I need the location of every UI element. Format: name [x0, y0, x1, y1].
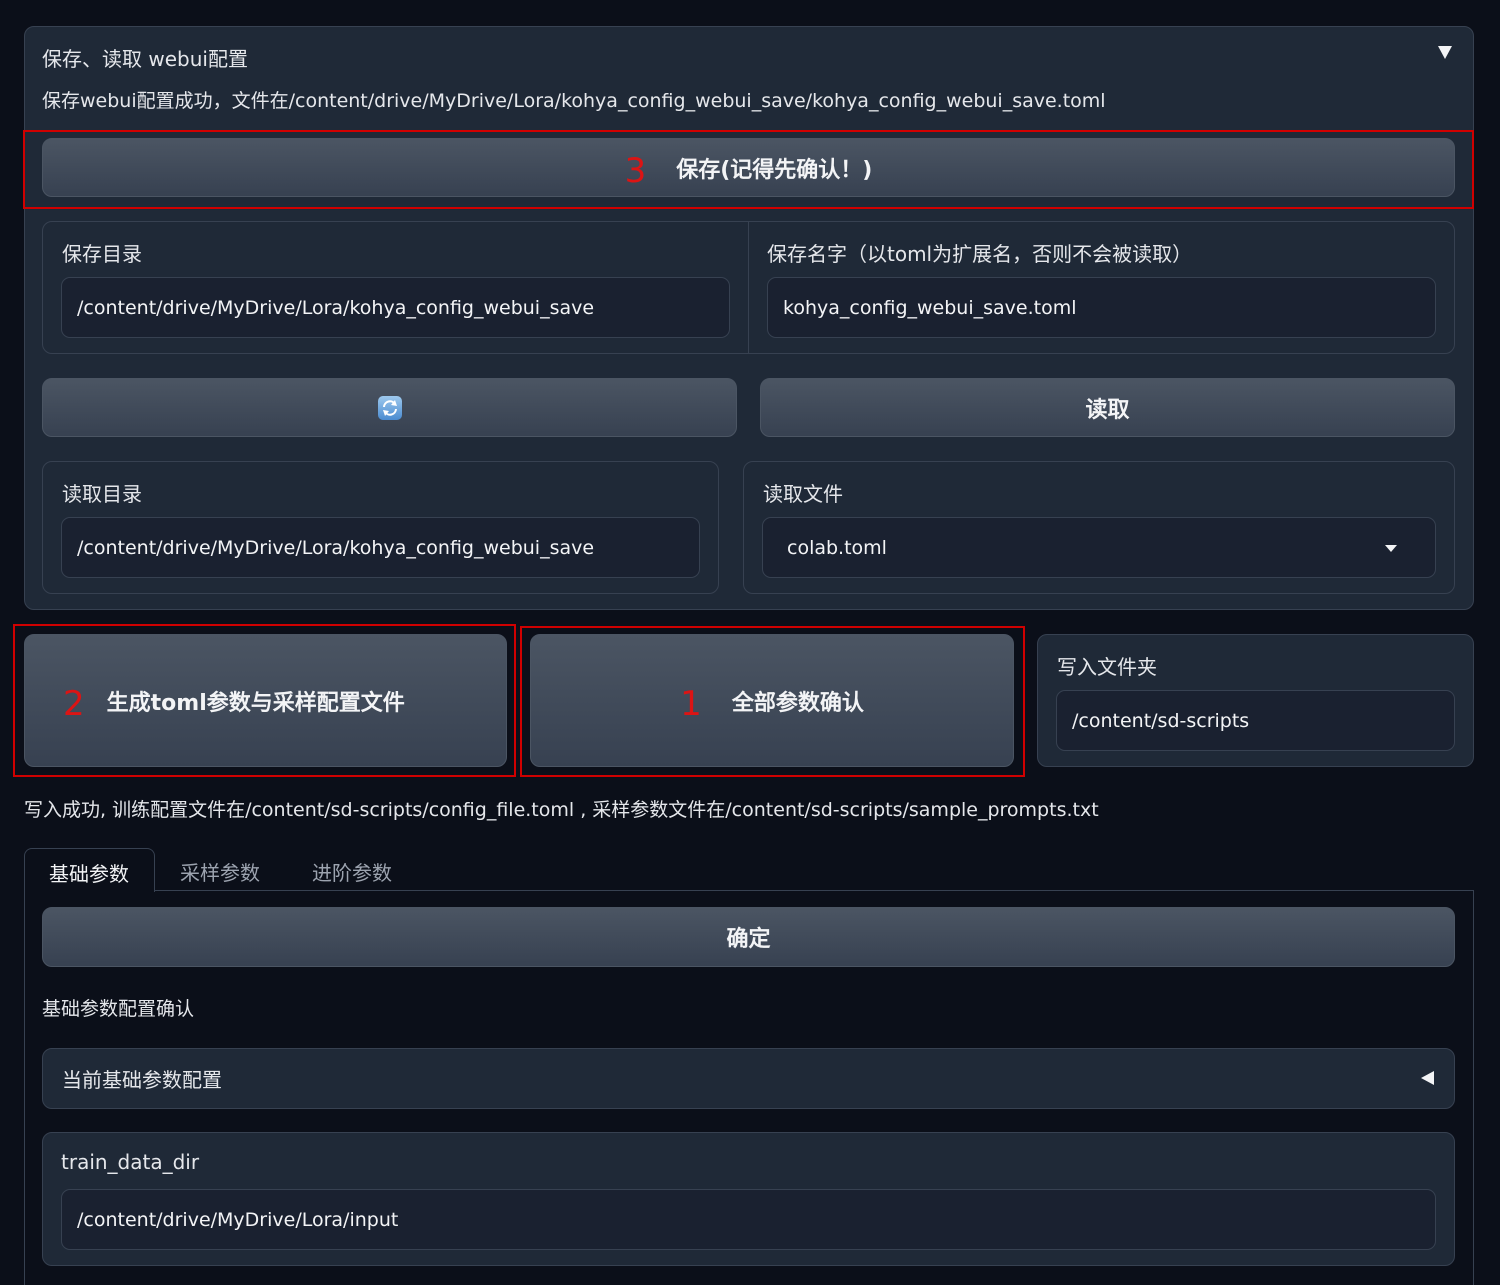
- write-folder-input[interactable]: /content/sd-scripts: [1056, 690, 1455, 751]
- load-dir-input[interactable]: /content/drive/MyDrive/Lora/kohya_config…: [61, 517, 700, 578]
- tab-basic-label: 基础参数: [49, 862, 129, 886]
- save-load-title[interactable]: 保存、读取 webui配置: [42, 43, 248, 72]
- load-file-label: 读取文件: [763, 482, 843, 506]
- train-data-dir-input[interactable]: /content/drive/MyDrive/Lora/input: [61, 1189, 1436, 1250]
- highlight-box-1: [520, 626, 1025, 777]
- load-button[interactable]: 读取: [760, 378, 1455, 437]
- highlight-box-3: [23, 130, 1474, 209]
- write-folder-label: 写入文件夹: [1057, 655, 1157, 679]
- save-dir-input[interactable]: /content/drive/MyDrive/Lora/kohya_config…: [61, 277, 730, 338]
- save-name-label: 保存名字（以toml为扩展名，否则不会被读取）: [767, 242, 1193, 266]
- tab-basic[interactable]: 基础参数: [24, 848, 155, 892]
- accordion-title: 当前基础参数配置: [62, 1068, 222, 1092]
- tab-content-left-border: [24, 890, 25, 1285]
- save-status-text: 保存webui配置成功，文件在/content/drive/MyDrive/Lo…: [42, 90, 1106, 112]
- tab-content-right-border: [1473, 890, 1474, 1285]
- load-file-select[interactable]: colab.toml: [762, 517, 1436, 578]
- highlight-box-2: [13, 624, 516, 777]
- load-dir-label: 读取目录: [62, 482, 142, 506]
- current-config-accordion[interactable]: [42, 1048, 1455, 1109]
- refresh-button[interactable]: [42, 378, 737, 437]
- tab-content-border: [154, 890, 1474, 891]
- tab-sampling[interactable]: 采样参数: [180, 857, 260, 886]
- save-name-input[interactable]: kohya_config_webui_save.toml: [767, 277, 1436, 338]
- group-divider: [748, 222, 749, 353]
- load-file-value: colab.toml: [787, 536, 887, 559]
- refresh-icon: [377, 395, 402, 420]
- train-data-dir-label: train_data_dir: [61, 1150, 200, 1174]
- write-status-text: 写入成功, 训练配置文件在/content/sd-scripts/config_…: [24, 799, 1099, 821]
- tab-advanced[interactable]: 进阶参数: [312, 857, 392, 886]
- triangle-left-icon[interactable]: [1421, 1071, 1434, 1085]
- confirm-button[interactable]: 确定: [42, 907, 1455, 967]
- save-dir-label: 保存目录: [62, 242, 142, 266]
- confirm-text: 基础参数配置确认: [42, 998, 195, 1020]
- chevron-down-icon[interactable]: [1385, 545, 1397, 552]
- triangle-down-icon[interactable]: [1438, 46, 1452, 59]
